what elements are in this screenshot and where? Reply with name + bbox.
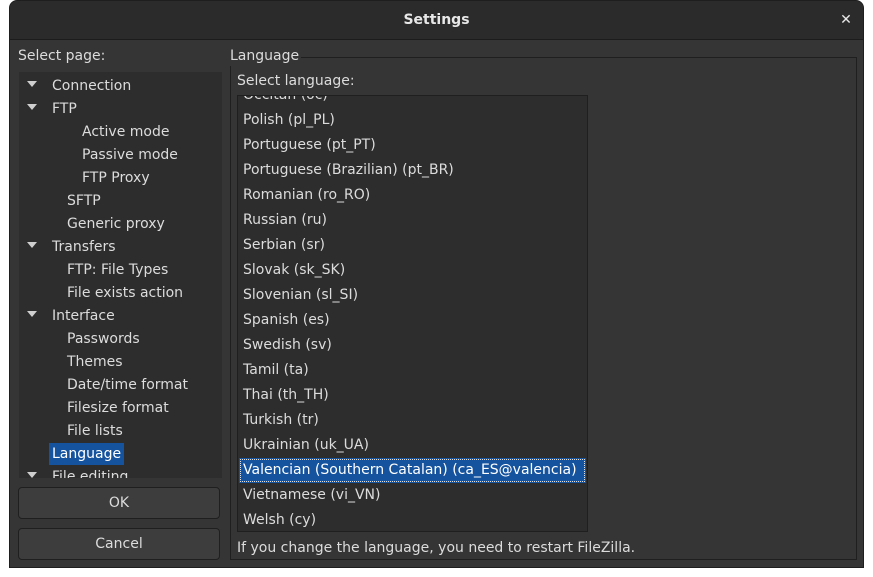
- close-icon: ✕: [840, 12, 852, 28]
- page-tree[interactable]: Connection FTP Active mode Passive mode FTP …: [19, 72, 222, 478]
- language-option[interactable]: Ukrainian (uk_UA): [239, 433, 586, 458]
- tree-item[interactable]: Date/time format: [67, 374, 188, 396]
- select-language-label: Select language:: [237, 73, 355, 89]
- tree-item[interactable]: FTP: File Types: [67, 259, 168, 281]
- language-option[interactable]: Spanish (es): [239, 308, 586, 333]
- chevron-down-icon[interactable]: [27, 242, 37, 248]
- tree-item[interactable]: File editing: [52, 466, 128, 478]
- chevron-down-icon[interactable]: [27, 104, 37, 110]
- tree-item[interactable]: Themes: [67, 351, 123, 373]
- language-option[interactable]: Portuguese (Brazilian) (pt_BR): [239, 158, 586, 183]
- language-option[interactable]: Russian (ru): [239, 208, 586, 233]
- tree-item[interactable]: SFTP: [67, 190, 101, 212]
- language-option[interactable]: Vietnamese (vi_VN): [239, 483, 586, 508]
- restart-note: If you change the language, you need to …: [237, 540, 636, 556]
- tree-item[interactable]: Filesize format: [67, 397, 169, 419]
- language-option[interactable]: Turkish (tr): [239, 408, 586, 433]
- language-option[interactable]: Occitan (oc): [239, 96, 586, 108]
- language-option[interactable]: Welsh (cy): [239, 508, 586, 531]
- language-option[interactable]: Serbian (sr): [239, 233, 586, 258]
- language-option[interactable]: Slovak (sk_SK): [239, 258, 586, 283]
- language-list[interactable]: Occitan (oc) Polish (pl_PL) Portuguese (pt…: [237, 95, 588, 532]
- language-option[interactable]: Swedish (sv): [239, 333, 586, 358]
- language-option[interactable]: Portuguese (pt_PT): [239, 133, 586, 158]
- chevron-down-icon[interactable]: [27, 311, 37, 317]
- tree-item[interactable]: FTP Proxy: [82, 167, 150, 189]
- tree-item[interactable]: FTP: [52, 98, 77, 120]
- language-option[interactable]: Valencian (Southern Catalan) (ca_ES@vale…: [239, 458, 586, 483]
- language-option[interactable]: Romanian (ro_RO): [239, 183, 586, 208]
- chevron-down-icon[interactable]: [27, 472, 37, 478]
- settings-dialog: Settings ✕ Select page: Connection FTP Act…: [9, 0, 864, 568]
- select-page-label: Select page:: [18, 48, 106, 64]
- tree-item[interactable]: File lists: [67, 420, 123, 442]
- titlebar: Settings ✕: [10, 1, 863, 40]
- tree-item[interactable]: Passwords: [67, 328, 140, 350]
- language-frame-title: Language: [230, 46, 302, 66]
- chevron-down-icon[interactable]: [27, 81, 37, 87]
- language-option[interactable]: Slovenian (sl_SI): [239, 283, 586, 308]
- tree-item[interactable]: Interface: [52, 305, 115, 327]
- language-option[interactable]: Polish (pl_PL): [239, 108, 586, 133]
- cancel-button[interactable]: Cancel: [18, 528, 220, 560]
- tree-item[interactable]: Passive mode: [82, 144, 178, 166]
- dialog-title: Settings: [403, 12, 470, 28]
- tree-item[interactable]: Generic proxy: [67, 213, 165, 235]
- tree-item[interactable]: File exists action: [67, 282, 183, 304]
- tree-item[interactable]: Language: [49, 443, 125, 465]
- ok-button[interactable]: OK: [18, 487, 220, 519]
- tree-item[interactable]: Transfers: [52, 236, 116, 258]
- close-button[interactable]: ✕: [835, 9, 857, 31]
- language-option[interactable]: Thai (th_TH): [239, 383, 586, 408]
- tree-item[interactable]: Connection: [52, 75, 131, 97]
- tree-item[interactable]: Active mode: [82, 121, 169, 143]
- language-option[interactable]: Tamil (ta): [239, 358, 586, 383]
